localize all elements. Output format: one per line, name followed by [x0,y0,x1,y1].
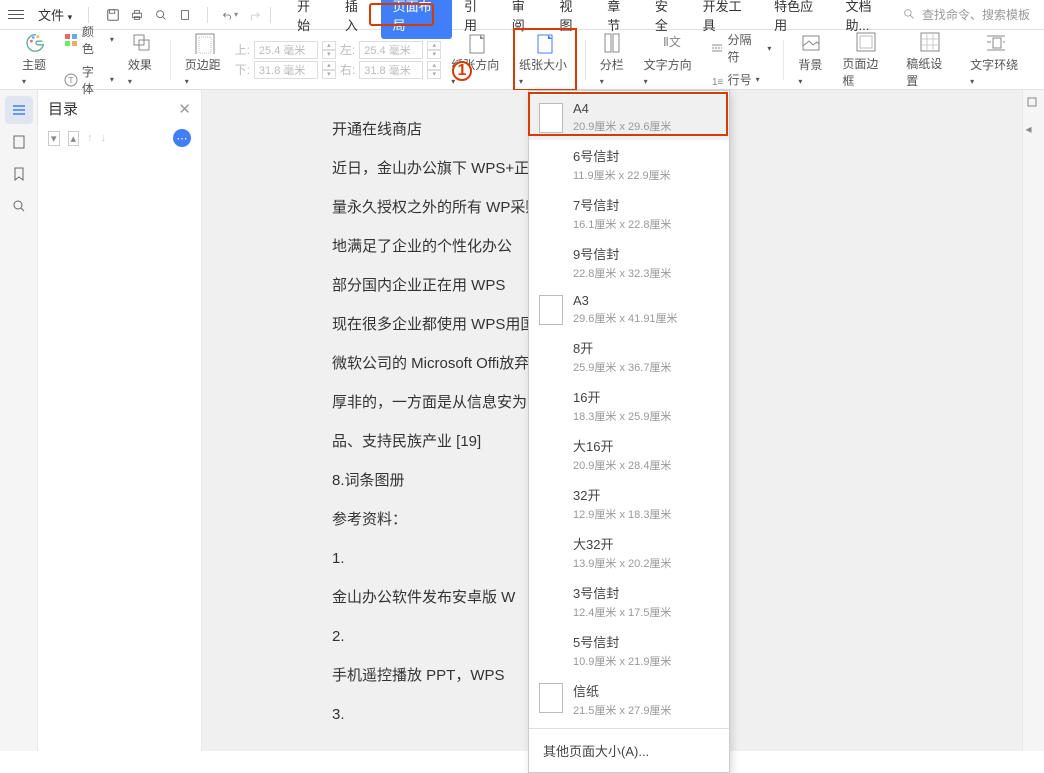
option-dimensions: 21.5厘米 x 27.9厘米 [573,702,671,718]
paper-size-option[interactable]: 9号信封 22.8厘米 x 32.3厘米 [529,238,729,287]
option-dimensions: 12.4厘米 x 17.5厘米 [573,604,671,620]
option-name: 9号信封 [573,244,671,263]
option-name: 8开 [573,338,671,357]
option-name: A4 [573,101,671,116]
paper-size-option[interactable]: A4 20.9厘米 x 29.6厘米 [529,95,729,140]
columns-button[interactable]: 分栏▾ [594,28,634,91]
expand-icon[interactable]: ◂ [1026,122,1042,138]
paper-size-option[interactable]: 大16开 20.9厘米 x 28.4厘米 [529,430,729,479]
svg-text:Ⅱ文: Ⅱ文 [663,34,681,49]
option-dimensions: 25.9厘米 x 36.7厘米 [573,359,671,375]
option-dimensions: 18.3厘米 x 25.9厘米 [573,408,671,424]
redo-icon[interactable] [246,7,262,23]
paper-size-option[interactable]: 7号信封 16.1厘米 x 22.8厘米 [529,189,729,238]
text-wrap-button[interactable]: 文字环绕▾ [964,28,1028,91]
option-name: 6号信封 [573,146,671,165]
option-name: 信纸 [573,681,671,700]
margin-button[interactable]: 页边距▾ [179,28,231,91]
effect-button[interactable]: 效果▾ [122,28,162,91]
option-name: 7号信封 [573,195,671,214]
option-name: 16开 [573,387,671,406]
search-placeholder: 查找命令、搜索模板 [922,6,1030,23]
paper-size-option[interactable]: A3 29.6厘米 x 41.91厘米 [529,287,729,332]
grid-button[interactable]: 稿纸设置 [900,27,960,93]
panel-title: 目录 [48,98,78,119]
separator [207,7,208,23]
option-dimensions: 29.6厘米 x 41.91厘米 [573,310,678,326]
page-icon[interactable] [5,128,33,156]
option-name: 32开 [573,485,671,504]
separator [270,7,271,23]
breaks-button[interactable]: 分隔符▾ [706,29,776,67]
line-number-button[interactable]: 1≡行号▾ [706,69,776,90]
paper-size-option[interactable]: 5号信封 10.9厘米 x 21.9厘米 [529,626,729,675]
paper-size-dropdown: A4 20.9厘米 x 29.6厘米 6号信封 11.9厘米 x 22.9厘米 7号信封… [528,90,730,773]
option-name: A3 [573,293,678,308]
tool-top-icon[interactable] [1026,96,1042,112]
zoom-icon[interactable] [5,192,33,220]
option-dimensions: 12.9厘米 x 18.3厘米 [573,506,671,522]
text-direction-button[interactable]: Ⅱ文 文字方向▾ [638,28,702,91]
page-icon [539,295,563,325]
collapse-icon[interactable]: ▾ [48,131,60,146]
option-name: 大16开 [573,436,671,455]
menubar: 文件 ▾ ▾ 开始 插入 页面布局 引用 审阅 视图 章节 安全 开发工具 特色… [0,0,1044,30]
option-dimensions: 16.1厘米 x 22.8厘米 [573,216,671,232]
close-icon[interactable]: ✕ [178,100,191,118]
search-icon [903,8,916,21]
outline-panel: 目录 ✕ ▾ ▴ ↑ ↓ ⋯ [38,90,202,751]
margin-bottom-input[interactable]: 下:31.8 毫米▴▾ [235,61,336,79]
print-icon[interactable] [129,7,145,23]
option-dimensions: 11.9厘米 x 22.9厘米 [573,167,671,183]
paper-size-option[interactable]: 8开 25.9厘米 x 36.7厘米 [529,332,729,381]
svg-text:T: T [69,76,74,85]
ribbon: 主题▾ 颜色▾ T字体▾ 效果▾ 页边距▾ 上:25.4 毫米▴▾ 下:31.8… [0,30,1044,90]
paper-size-option[interactable]: 6号信封 11.9厘米 x 22.9厘米 [529,140,729,189]
option-name: 大32开 [573,534,671,553]
level-up-icon[interactable]: ▴ [68,131,80,146]
page-border-button[interactable]: 页面边框 [836,27,896,93]
margin-left-input[interactable]: 左:25.4 毫米▴▾ [340,41,441,59]
paper-size-option[interactable]: 16开 18.3厘米 x 25.9厘米 [529,381,729,430]
option-name: 5号信封 [573,632,671,651]
outline-icon[interactable] [5,96,33,124]
option-dimensions: 10.9厘米 x 21.9厘米 [573,653,671,669]
option-dimensions: 20.9厘米 x 28.4厘米 [573,457,671,473]
hamburger-icon[interactable] [8,7,24,23]
paper-size-option[interactable]: 信纸 21.5厘米 x 27.9厘米 [529,675,729,724]
paper-size-option[interactable]: 大32开 13.9厘米 x 20.2厘米 [529,528,729,577]
color-button[interactable]: 颜色▾ [60,21,118,59]
paper-size-button[interactable]: 纸张大小▾ [513,28,577,91]
settings-icon[interactable]: ⋯ [173,129,191,147]
paste-icon[interactable] [177,7,193,23]
theme-button[interactable]: 主题▾ [16,28,56,91]
paper-size-option[interactable]: 3号信封 12.4厘米 x 17.5厘米 [529,577,729,626]
background-button[interactable]: 背景▾ [792,28,832,91]
margin-top-input[interactable]: 上:25.4 毫米▴▾ [235,41,336,59]
right-toolbar: ◂ [1022,90,1044,751]
promote-icon[interactable]: ↑ [87,132,93,144]
option-dimensions: 20.9厘米 x 29.6厘米 [573,118,671,134]
orientation-button[interactable]: 纸张方向▾ [445,28,509,91]
margin-right-input[interactable]: 右:31.8 毫米▴▾ [340,61,441,79]
option-name: 3号信封 [573,583,671,602]
demote-icon[interactable]: ↓ [101,132,107,144]
svg-text:1≡: 1≡ [712,77,724,87]
undo-icon[interactable]: ▾ [222,7,238,23]
bookmark-icon[interactable] [5,160,33,188]
page-icon [539,103,563,133]
page-icon [539,683,563,713]
font-button[interactable]: T字体▾ [60,61,118,99]
workspace: 目录 ✕ ▾ ▴ ↑ ↓ ⋯ 开通在线商店近日，金山办公旗下 WPS+正式上线。… [0,90,1044,751]
paper-size-option[interactable]: 32开 12.9厘米 x 18.3厘米 [529,479,729,528]
option-dimensions: 22.8厘米 x 32.3厘米 [573,265,671,281]
annotation-1: 1 [452,61,472,81]
option-dimensions: 13.9厘米 x 20.2厘米 [573,555,671,571]
left-toolbar [0,90,38,751]
preview-icon[interactable] [153,7,169,23]
search-area[interactable]: 查找命令、搜索模板 [903,6,1040,23]
